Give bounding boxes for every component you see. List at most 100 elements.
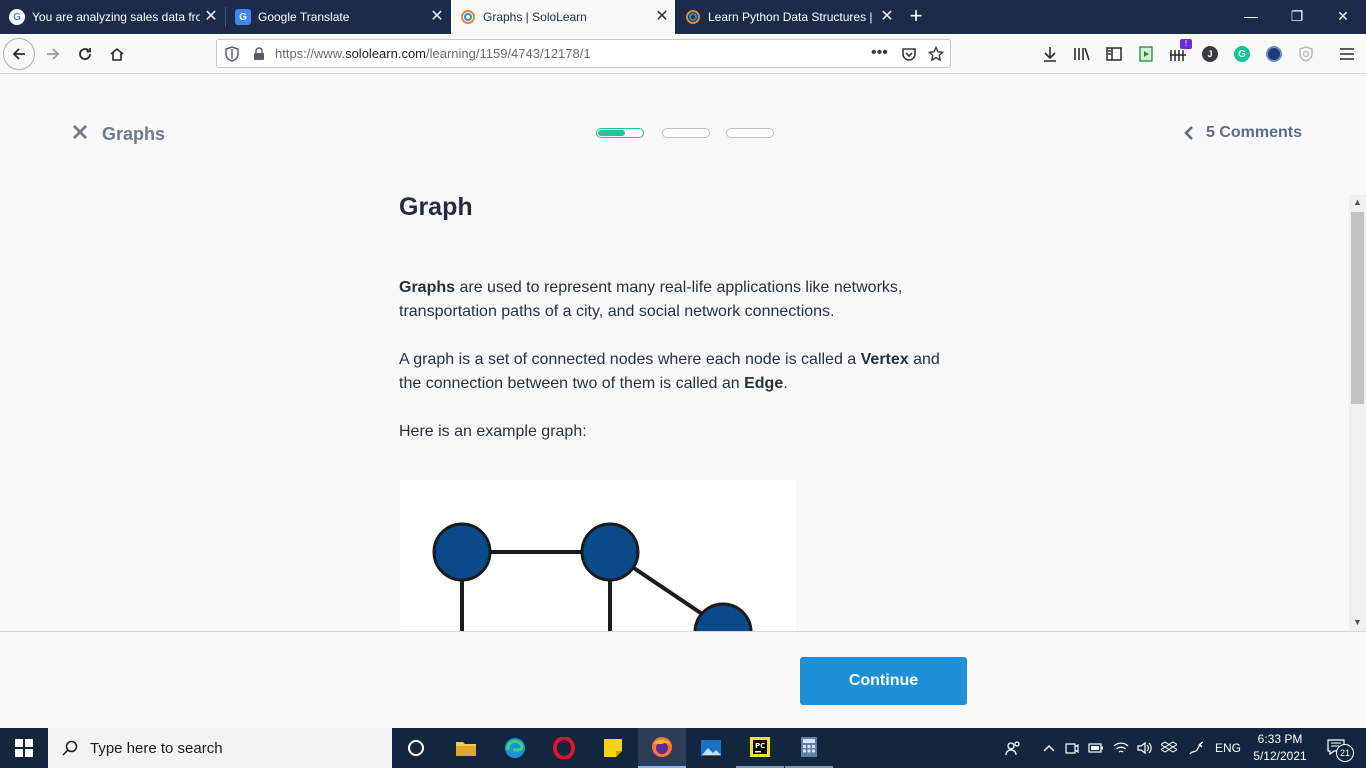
extension-meter-icon[interactable]: !: [1167, 39, 1192, 65]
progress-fill: [598, 130, 626, 136]
url-domain: sololearn.com: [345, 46, 427, 61]
restore-icon[interactable]: ❐: [1274, 0, 1320, 34]
taskbar-search[interactable]: Type here to search: [48, 728, 392, 768]
home-icon: [110, 47, 124, 61]
extension-globe-icon[interactable]: [1263, 43, 1285, 65]
edge-icon[interactable]: [491, 728, 539, 768]
windows-taskbar: Type here to search PC ENG 6:33 PM 5/12/…: [0, 728, 1366, 768]
page-actions-icon[interactable]: •••: [871, 44, 888, 62]
home-button[interactable]: [101, 38, 133, 70]
close-tab-icon[interactable]: ✕: [651, 9, 673, 25]
minimize-icon[interactable]: —: [1228, 0, 1274, 34]
file-explorer-icon[interactable]: [442, 728, 490, 768]
close-window-icon[interactable]: ✕: [1320, 0, 1366, 34]
continue-button[interactable]: Continue: [800, 657, 967, 705]
close-tab-icon[interactable]: ✕: [426, 9, 448, 25]
paragraph-vertex-edge: A graph is a set of connected nodes wher…: [399, 348, 959, 396]
back-button[interactable]: [3, 38, 35, 70]
chevron-left-icon: [1184, 126, 1193, 140]
firefox-icon[interactable]: [638, 728, 686, 768]
comments-label: 5 Comments: [1206, 124, 1303, 141]
library-icon[interactable]: [1071, 43, 1093, 65]
account-icon[interactable]: J: [1199, 43, 1221, 65]
term-edge: Edge: [744, 375, 784, 392]
svg-text:PC: PC: [755, 742, 765, 750]
tab-title: Learn Python Data Structures |: [708, 10, 873, 24]
windows-logo-icon: [15, 739, 33, 757]
scrollbar-thumb[interactable]: [1351, 212, 1364, 404]
lesson-page: Graphs 5 Comments Graph Graphs are used …: [0, 75, 1366, 631]
graph-vertex: [693, 602, 753, 631]
notification-count: 21: [1336, 744, 1354, 762]
pycharm-icon[interactable]: PC: [736, 728, 784, 768]
example-graph-image: [400, 480, 796, 631]
lesson-content: Graph Graphs are used to represent many …: [399, 193, 959, 468]
sidebar-icon[interactable]: [1103, 43, 1125, 65]
progress-segment-1: [596, 128, 644, 138]
show-hidden-icons-icon[interactable]: [1040, 728, 1058, 768]
notification-center-icon[interactable]: 21: [1318, 728, 1358, 768]
sololearn-icon: [460, 9, 476, 25]
address-bar[interactable]: https://www.sololearn.com/learning/1159/…: [216, 39, 951, 68]
battery-icon[interactable]: [1086, 728, 1106, 768]
bookmark-star-icon[interactable]: [928, 45, 944, 62]
tab-google-translate[interactable]: G Google Translate ✕: [226, 0, 450, 34]
paragraph-text: A graph is a set of connected nodes wher…: [399, 351, 861, 368]
meet-now-icon[interactable]: [1062, 728, 1082, 768]
calculator-icon[interactable]: [785, 728, 833, 768]
tab-title: Graphs | SoloLearn: [483, 10, 587, 24]
tab-title: Google Translate: [258, 10, 350, 24]
pen-icon[interactable]: [1184, 728, 1210, 768]
opera-icon[interactable]: [540, 728, 588, 768]
privacy-badger-icon[interactable]: [1295, 43, 1317, 65]
forward-button[interactable]: [37, 38, 69, 70]
clock-date: 5/12/2021: [1253, 749, 1307, 763]
lock-icon[interactable]: [253, 46, 265, 61]
dropbox-icon[interactable]: [1158, 728, 1180, 768]
forward-arrow-icon: [47, 48, 60, 60]
clock-time: 6:33 PM: [1257, 732, 1303, 746]
comments-link[interactable]: 5 Comments: [1184, 124, 1302, 142]
reload-button[interactable]: [69, 38, 101, 70]
graph-vertex: [432, 522, 492, 582]
pocket-icon[interactable]: [901, 46, 917, 62]
tab-strip: G You are analyzing sales data fro ✕ G G…: [0, 0, 1366, 34]
close-tab-icon[interactable]: ✕: [200, 9, 222, 25]
url-text[interactable]: https://www.sololearn.com/learning/1159/…: [275, 46, 591, 61]
paragraph-example: Here is an example graph:: [399, 423, 587, 440]
back-arrow-icon: [12, 48, 25, 60]
video-extension-icon[interactable]: [1135, 43, 1157, 65]
tab-graphs-sololearn[interactable]: Graphs | SoloLearn ✕: [451, 0, 675, 34]
grammarly-icon[interactable]: G: [1231, 43, 1253, 65]
scroll-down-icon[interactable]: ▼: [1351, 615, 1364, 629]
close-lesson-icon[interactable]: [70, 122, 90, 142]
menu-icon[interactable]: [1336, 43, 1358, 65]
lesson-footer: Continue: [0, 631, 1366, 728]
paragraph-graphs-intro: Graphs are used to represent many real-l…: [399, 276, 959, 324]
tab-learn-python[interactable]: Learn Python Data Structures | ✕: [676, 0, 900, 34]
volume-icon[interactable]: [1134, 728, 1156, 768]
downloads-icon[interactable]: [1039, 43, 1061, 65]
search-icon: [62, 740, 78, 756]
system-clock[interactable]: 6:33 PM 5/12/2021: [1244, 731, 1316, 765]
url-prefix: https://www.: [275, 46, 346, 61]
cortana-icon[interactable]: [392, 728, 440, 768]
new-tab-icon[interactable]: +: [903, 4, 929, 30]
term-graphs: Graphs: [399, 279, 456, 296]
sticky-notes-icon[interactable]: [589, 728, 637, 768]
shield-icon[interactable]: [225, 45, 239, 62]
close-tab-icon[interactable]: ✕: [876, 9, 898, 25]
language-indicator[interactable]: ENG: [1212, 728, 1244, 768]
paragraph-text: are used to represent many real-life app…: [399, 279, 903, 320]
scroll-up-icon[interactable]: ▲: [1351, 195, 1364, 209]
google-icon: G: [9, 9, 25, 25]
content-heading: Graph: [399, 193, 473, 221]
paragraph-text: .: [783, 375, 788, 392]
wifi-icon[interactable]: [1110, 728, 1132, 768]
tab-sales-data[interactable]: G You are analyzing sales data fro ✕: [0, 0, 224, 34]
sololearn-icon: [685, 9, 701, 25]
people-icon[interactable]: [1002, 728, 1024, 768]
photos-icon[interactable]: [687, 728, 735, 768]
lesson-title: Graphs: [102, 124, 166, 144]
start-button[interactable]: [0, 728, 48, 768]
